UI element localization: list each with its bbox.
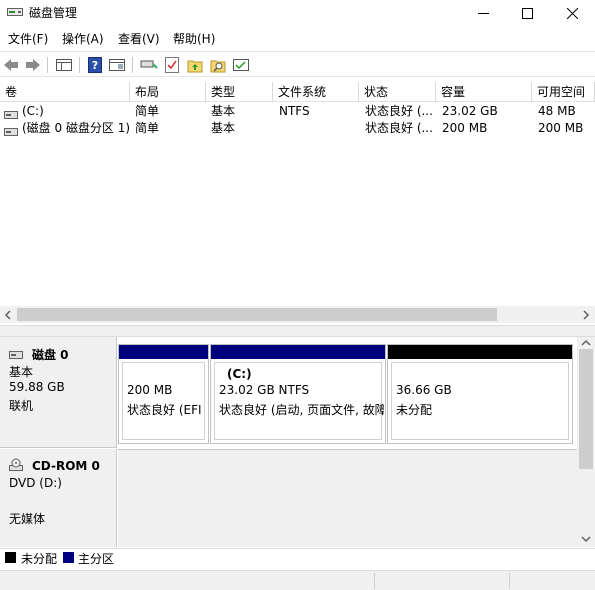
column-header-filesystem[interactable]: 文件系统 [273, 82, 359, 102]
cdrom-icon [9, 458, 23, 472]
cell-free-space: 200 MB [538, 121, 584, 135]
legend-swatch-unallocated [5, 552, 16, 563]
cell-capacity: 23.02 GB [442, 104, 498, 118]
vertical-scroll-thumb[interactable] [579, 349, 593, 469]
cell-capacity: 200 MB [442, 121, 488, 135]
partition-bar [388, 345, 572, 359]
minimize-icon [477, 12, 489, 14]
minimize-button[interactable] [460, 0, 506, 26]
partition-bar [119, 345, 208, 359]
close-button[interactable] [549, 0, 595, 26]
rescan-icon[interactable] [232, 56, 250, 74]
legend-swatch-primary [63, 552, 74, 563]
legend: 未分配 主分区 [0, 548, 595, 568]
menu-help[interactable]: 帮助(H) [173, 30, 215, 47]
cell-layout: 简单 [135, 121, 160, 135]
disk-size: 59.88 GB [9, 380, 65, 394]
volume-icon [4, 125, 18, 136]
scroll-right-icon [583, 310, 590, 320]
partition-label: (C:) [227, 367, 252, 381]
partition-status: 状态良好 (EFI [127, 403, 202, 417]
folder-up-icon[interactable] [186, 56, 204, 74]
partition-unallocated[interactable]: 36.66 GB 未分配 [387, 344, 573, 444]
volume-icon [4, 108, 18, 119]
legend-label-unallocated: 未分配 [21, 552, 58, 566]
partition-size: 23.02 GB NTFS [219, 383, 310, 397]
disk-icon [9, 349, 23, 359]
horizontal-scroll-thumb[interactable] [17, 308, 497, 321]
cell-layout: 简单 [135, 104, 160, 118]
cell-filesystem: NTFS [279, 104, 310, 118]
partition-status: 状态良好 (启动, 页面文件, 故障 [219, 403, 384, 417]
partition-size: 36.66 GB [396, 383, 452, 397]
properties-icon[interactable] [108, 56, 126, 74]
connect-drive-icon[interactable] [140, 56, 158, 74]
cell-volume: (磁盘 0 磁盘分区 1) [22, 121, 130, 135]
disk-management-icon [7, 6, 23, 18]
svg-text:?: ? [92, 59, 98, 72]
partition-bar [211, 345, 385, 359]
close-icon [566, 7, 578, 19]
disk-name: CD-ROM 0 [32, 459, 100, 473]
disk-state: 联机 [9, 399, 34, 413]
disk-graphical-view: 磁盘 0 基本 59.88 GB 联机 200 MB 状态良好 (EFI (C:… [0, 337, 595, 547]
scroll-left-icon [4, 310, 11, 320]
disk-type: 基本 [9, 365, 34, 379]
disk-state: 无媒体 [9, 512, 46, 526]
status-bar [0, 570, 595, 590]
window-title: 磁盘管理 [29, 6, 78, 20]
column-header-layout[interactable]: 布局 [130, 82, 206, 102]
forward-arrow-icon[interactable] [24, 56, 42, 74]
back-arrow-icon[interactable] [2, 56, 20, 74]
cell-filesystem [279, 120, 357, 137]
check-icon[interactable] [163, 56, 181, 74]
cell-status: 状态良好 (... [365, 104, 433, 118]
horizontal-scrollbar[interactable] [0, 306, 595, 323]
cell-volume: (C:) [22, 104, 44, 118]
cell-type: 基本 [211, 121, 236, 135]
volume-list: 卷 布局 类型 文件系统 状态 容量 可用空间 (C:) 简单 基本 NTFS … [0, 82, 595, 310]
maximize-icon [521, 7, 533, 19]
maximize-button[interactable] [504, 0, 550, 26]
partition-status: 未分配 [396, 403, 433, 417]
column-header-free-space[interactable]: 可用空间 [532, 82, 595, 102]
cell-free-space: 48 MB [538, 104, 576, 118]
toolbar: ? [0, 51, 595, 77]
disk-type: DVD (D:) [9, 476, 62, 490]
cdrom-0-area [118, 449, 577, 547]
partition-size: 200 MB [127, 383, 173, 397]
menu-view[interactable]: 查看(V) [118, 30, 160, 47]
volume-list-header: 卷 布局 类型 文件系统 状态 容量 可用空间 [0, 82, 595, 102]
help-icon[interactable]: ? [86, 56, 104, 74]
partition-c[interactable]: (C:) 23.02 GB NTFS 状态良好 (启动, 页面文件, 故障 [210, 344, 386, 444]
column-header-type[interactable]: 类型 [206, 82, 273, 102]
pane-splitter[interactable] [0, 325, 595, 337]
scroll-down-icon [581, 536, 591, 543]
menu-file[interactable]: 文件(F) [8, 30, 48, 47]
title-bar: 磁盘管理 [0, 0, 595, 26]
cdrom-0-info[interactable]: CD-ROM 0 DVD (D:) 无媒体 [0, 449, 117, 547]
partition-efi[interactable]: 200 MB 状态良好 (EFI [118, 344, 209, 444]
column-header-capacity[interactable]: 容量 [436, 82, 532, 102]
menu-bar: 文件(F) 操作(A) 查看(V) 帮助(H) [0, 28, 595, 48]
column-header-status[interactable]: 状态 [359, 82, 436, 102]
vertical-scrollbar[interactable] [577, 337, 595, 547]
legend-label-primary: 主分区 [78, 552, 115, 566]
table-row[interactable]: (磁盘 0 磁盘分区 1) 简单 基本 状态良好 (... 200 MB 200… [0, 120, 595, 137]
column-header-volume[interactable]: 卷 [0, 82, 130, 102]
menu-action[interactable]: 操作(A) [62, 30, 104, 47]
disk-0-info[interactable]: 磁盘 0 基本 59.88 GB 联机 [0, 337, 117, 448]
disk-name: 磁盘 0 [32, 348, 69, 362]
scroll-up-icon [581, 339, 591, 346]
console-tree-icon[interactable] [55, 56, 73, 74]
cell-status: 状态良好 (... [365, 121, 433, 135]
cell-type: 基本 [211, 104, 236, 118]
folder-search-icon[interactable] [209, 56, 227, 74]
table-row[interactable]: (C:) 简单 基本 NTFS 状态良好 (... 23.02 GB 48 MB [0, 103, 595, 120]
